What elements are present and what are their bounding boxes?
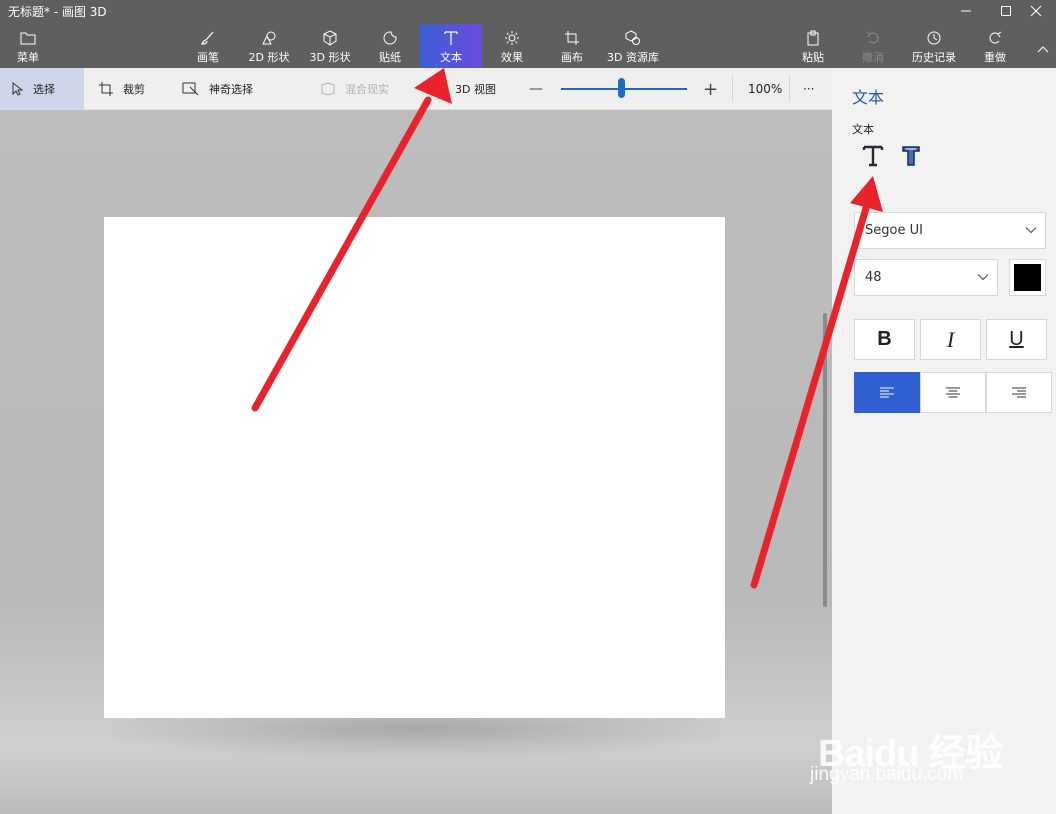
italic-button[interactable]: I — [920, 319, 981, 360]
toolbar-divider — [732, 76, 733, 102]
align-left-button[interactable] — [854, 372, 920, 413]
italic-label: I — [946, 326, 955, 352]
sun-effects-icon — [504, 28, 520, 48]
zoom-out-button[interactable]: — — [529, 68, 543, 110]
shapes-2d-icon — [261, 28, 277, 48]
close-icon[interactable] — [1016, 0, 1056, 22]
panel-title: 文本 — [852, 88, 885, 107]
more-options-label: ··· — [803, 82, 815, 96]
3d-text-button[interactable] — [896, 140, 926, 172]
redo-icon — [987, 28, 1003, 48]
baidu-watermark: Baidu 经验 jingyan.baidu.com — [810, 700, 1010, 796]
collapse-ribbon-icon[interactable] — [1030, 38, 1056, 60]
vertical-scrollbar[interactable] — [823, 313, 827, 607]
paste-button[interactable]: 粘贴 — [798, 24, 828, 68]
shapes-3d-button[interactable]: 3D 形状 — [305, 24, 355, 68]
align-left-icon — [880, 387, 894, 397]
crop-tool-button[interactable]: 裁剪 — [98, 68, 145, 110]
redo-label: 重做 — [984, 51, 1006, 64]
history-label: 历史记录 — [912, 51, 956, 64]
stickers-label: 贴纸 — [379, 51, 401, 64]
crop-label: 裁剪 — [123, 83, 145, 96]
shapes-2d-button[interactable]: 2D 形状 — [244, 24, 294, 68]
mixed-reality-icon — [320, 82, 336, 96]
select-tool-button[interactable]: 选择 — [0, 68, 84, 110]
watermark-url: jingyan.baidu.com — [810, 764, 964, 785]
text-t-icon — [862, 145, 884, 167]
text-tool-button[interactable]: 文本 — [420, 24, 482, 68]
text-3d-icon — [902, 146, 920, 166]
minimize-icon[interactable] — [946, 0, 986, 22]
magic-select-button[interactable]: 神奇选择 — [182, 68, 253, 110]
zoom-in-label: + — [703, 78, 719, 100]
bold-button[interactable]: B — [854, 319, 915, 360]
brushes-button[interactable]: 画笔 — [188, 24, 228, 68]
align-center-button[interactable] — [920, 372, 986, 413]
undo-label: 撤消 — [862, 51, 884, 64]
zoom-slider-thumb[interactable] — [617, 78, 625, 98]
brushes-label: 画笔 — [197, 51, 219, 64]
folder-icon — [20, 28, 36, 48]
canvas-label: 画布 — [561, 51, 583, 64]
undo-button[interactable]: 撤消 — [856, 24, 890, 68]
zoom-level-text: 100% — [748, 82, 783, 96]
view-3d-label: 3D 视图 — [455, 83, 496, 96]
drawing-canvas[interactable] — [104, 217, 725, 718]
zoom-out-label: — — [529, 81, 543, 97]
magic-select-label: 神奇选择 — [209, 83, 253, 96]
font-family-value: Segoe UI — [865, 223, 923, 238]
align-right-icon — [1012, 387, 1026, 397]
shapes-3d-label: 3D 形状 — [309, 51, 351, 64]
library-3d-label: 3D 资源库 — [607, 51, 659, 64]
stickers-button[interactable]: 贴纸 — [372, 24, 408, 68]
mixed-reality-button[interactable]: 混合现实 — [320, 68, 389, 110]
chevron-down-icon — [977, 270, 989, 285]
select-label: 选择 — [33, 83, 55, 96]
library-3d-icon — [625, 28, 641, 48]
sticker-icon — [382, 28, 398, 48]
canvas-crop-icon — [564, 28, 580, 48]
effects-label: 效果 — [501, 51, 523, 64]
crop-icon — [98, 81, 114, 97]
redo-button[interactable]: 重做 — [978, 24, 1012, 68]
toolbar-divider — [789, 76, 790, 102]
bold-label: B — [877, 328, 892, 350]
underline-label: U — [1009, 328, 1024, 350]
text-t-icon — [443, 28, 459, 48]
zoom-level-readout[interactable]: 100% — [748, 68, 782, 110]
pointer-icon — [12, 82, 24, 96]
chevron-down-icon — [1025, 223, 1037, 238]
library-3d-button[interactable]: 3D 资源库 — [602, 24, 664, 68]
cube-icon — [322, 28, 338, 48]
brush-icon — [200, 28, 216, 48]
zoom-in-button[interactable]: + — [703, 68, 718, 110]
menu-label: 菜单 — [17, 51, 39, 64]
shapes-2d-label: 2D 形状 — [248, 51, 290, 64]
paste-label: 粘贴 — [802, 51, 824, 64]
plain-text-button[interactable] — [858, 140, 888, 172]
panel-subtitle: 文本 — [852, 123, 874, 136]
view-3d-button[interactable]: 3D 视图 — [455, 68, 496, 110]
history-clock-icon — [926, 28, 942, 48]
font-family-dropdown[interactable]: Segoe UI — [854, 212, 1046, 249]
history-button[interactable]: 历史记录 — [906, 24, 962, 68]
text-label: 文本 — [440, 51, 462, 64]
mixed-reality-label: 混合现实 — [345, 83, 389, 96]
menu-button[interactable]: 菜单 — [8, 24, 48, 68]
effects-button[interactable]: 效果 — [494, 24, 530, 68]
window-title: 无标题* - 画图 3D — [8, 5, 107, 19]
font-size-dropdown[interactable]: 48 — [854, 259, 998, 296]
more-options-button[interactable]: ··· — [803, 68, 814, 110]
align-center-icon — [946, 387, 960, 397]
text-color-fill — [1014, 264, 1041, 291]
magic-select-icon — [182, 82, 200, 96]
clipboard-icon — [805, 28, 821, 48]
align-right-button[interactable] — [986, 372, 1052, 413]
undo-icon — [865, 28, 881, 48]
canvas-button[interactable]: 画布 — [554, 24, 590, 68]
underline-button[interactable]: U — [986, 319, 1047, 360]
text-color-swatch[interactable] — [1009, 259, 1046, 296]
font-size-value: 48 — [865, 270, 882, 285]
